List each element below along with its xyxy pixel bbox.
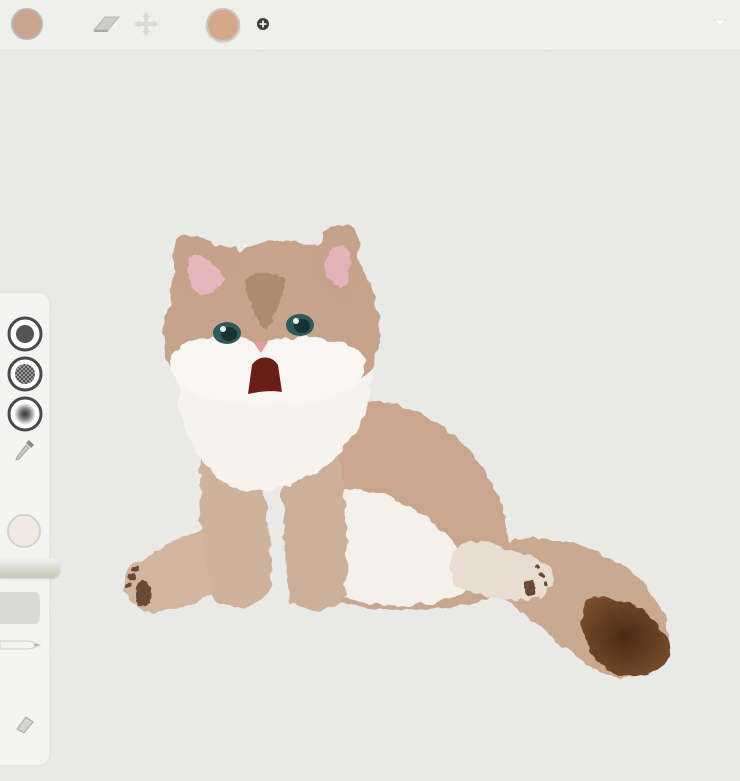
eyedropper-icon[interactable] [14, 438, 36, 464]
top-toolbar [0, 0, 740, 51]
plus-circle-icon[interactable] [256, 17, 270, 31]
cat-painting [0, 0, 740, 781]
opacity-slider-icon[interactable] [0, 592, 40, 624]
pencil-icon[interactable] [0, 636, 42, 654]
eraser-icon[interactable] [91, 13, 121, 33]
brush-texture-icon[interactable] [7, 356, 43, 392]
size-slider-icon[interactable] [0, 558, 60, 578]
color-circle-icon[interactable] [6, 513, 42, 549]
chevron-down-icon[interactable] [713, 19, 727, 27]
color-swatch-icon[interactable] [11, 8, 43, 40]
eraser-icon[interactable] [14, 714, 36, 734]
move-arrows-icon[interactable] [133, 11, 159, 37]
brush-solid-icon[interactable] [7, 316, 43, 352]
brush-soft-icon[interactable] [7, 396, 43, 432]
drawing-canvas[interactable] [0, 0, 740, 781]
color-swatch-icon[interactable] [206, 8, 240, 42]
app-window [0, 0, 740, 781]
